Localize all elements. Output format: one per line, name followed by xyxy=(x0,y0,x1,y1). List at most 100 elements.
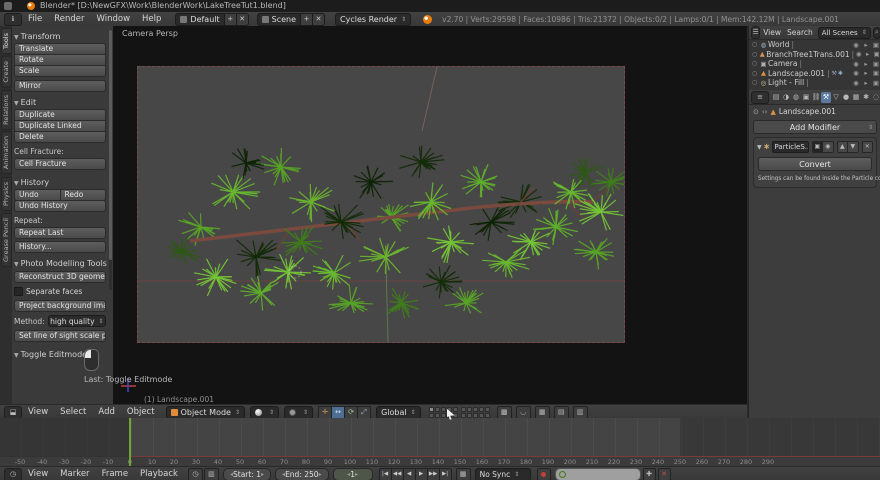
navigate-icon[interactable]: ‹› xyxy=(762,108,768,116)
menu-help[interactable]: Help xyxy=(136,13,167,26)
layer-toggle[interactable] xyxy=(484,412,490,418)
render-still-icon[interactable]: ▤ xyxy=(553,405,569,419)
modifier-name-field[interactable]: ParticleS... xyxy=(771,141,809,153)
outliner-item-light-fill[interactable]: ○ ◎ Light - Fill | ◉ ▸ ▣ xyxy=(749,78,880,88)
convert-button[interactable]: Convert xyxy=(758,157,872,171)
set-line-of-sight-button[interactable]: Set line of sight scale pivot xyxy=(14,330,106,342)
rotate-manipulator-icon[interactable]: ⟳ xyxy=(344,405,359,419)
visibility-eye-icon[interactable]: ◉ xyxy=(851,41,861,49)
add-layout-button[interactable]: + xyxy=(224,12,237,26)
sync-mode-select[interactable]: No Sync ⇕ xyxy=(474,467,531,480)
layer-toggle[interactable] xyxy=(466,412,472,418)
av-sync-icon[interactable]: ▦ xyxy=(455,467,471,480)
selectable-icon[interactable]: ▸ xyxy=(861,60,871,68)
repeat-last-button[interactable]: Repeat Last xyxy=(14,227,106,239)
disclosure-icon[interactable]: ○ xyxy=(752,79,759,86)
layer-toggle[interactable] xyxy=(440,406,446,412)
menu-add[interactable]: Add xyxy=(92,406,120,419)
properties-tab-physics-icon[interactable]: ◌ xyxy=(871,92,880,103)
history-more-button[interactable]: History... xyxy=(14,241,106,253)
snap-element-select[interactable]: ▦ xyxy=(534,405,550,419)
jump-to-end-button[interactable]: ▶| xyxy=(438,467,452,480)
delete-layout-button[interactable]: ✕ xyxy=(236,12,249,26)
manipulator-toggle-icon[interactable]: ✛ xyxy=(318,405,333,419)
screen-layout-select[interactable]: Default xyxy=(175,12,225,26)
editor-type-properties-icon[interactable]: ≡ xyxy=(751,90,769,104)
delete-keyframe-icon[interactable]: ✕ xyxy=(657,467,671,480)
outliner-item-branchtree1trans-001[interactable]: ○ ▲ BranchTree1Trans.001 | ◉ ▸ ▣ xyxy=(749,50,880,60)
menu-view[interactable]: View xyxy=(760,28,784,37)
menu-window[interactable]: Window xyxy=(91,13,137,26)
panel-header-edit[interactable]: ▼ Edit xyxy=(14,98,106,107)
modifier-delete-icon[interactable]: ✕ xyxy=(861,141,873,153)
viewport-shading-select[interactable]: ⇕ xyxy=(250,405,280,419)
start-frame-field[interactable]: ◂ Start: 1 ▸ xyxy=(222,467,272,480)
properties-tab-modifiers-icon[interactable]: ⚒ xyxy=(821,91,831,103)
menu-view[interactable]: View xyxy=(22,468,54,480)
properties-tab-scene-icon[interactable]: ◑ xyxy=(781,92,791,103)
properties-tab-texture-icon[interactable]: ▦ xyxy=(851,92,861,103)
layer-toggle[interactable] xyxy=(478,406,484,412)
properties-tab-world-icon[interactable]: ◍ xyxy=(791,92,801,103)
method-select[interactable]: high quality ⇕ xyxy=(47,315,106,327)
disclosure-icon[interactable]: ○ xyxy=(752,60,759,67)
outliner-search-icon[interactable]: ⌕ xyxy=(872,26,880,39)
tool-shelf-scrollbar[interactable] xyxy=(109,30,112,290)
pivot-point-select[interactable]: ⇕ xyxy=(284,405,314,419)
renderable-camera-icon[interactable]: ▣ xyxy=(871,69,880,77)
layer-toggle[interactable] xyxy=(440,412,446,418)
preview-range-icon[interactable]: ◷ xyxy=(187,467,203,480)
layer-toggle[interactable] xyxy=(484,406,490,412)
delete-scene-button[interactable]: ✕ xyxy=(313,12,326,26)
add-modifier-button[interactable]: Add Modifier ⇕ xyxy=(753,120,877,134)
3d-viewport[interactable]: Camera Persp (1) Landscape.001 xyxy=(113,26,747,404)
project-background-button[interactable]: Project background image onto... xyxy=(14,300,106,312)
outliner-scope-select[interactable]: All Scenes ⇕ xyxy=(817,26,871,39)
expand-icon[interactable]: ▼ xyxy=(757,144,762,151)
modifier-visibility-eye-icon[interactable]: ◉ xyxy=(822,141,834,153)
editor-type-timeline-icon[interactable]: ◷ xyxy=(4,467,22,480)
properties-tab-object-icon[interactable]: ▣ xyxy=(801,92,811,103)
tool-shelf-tab-create[interactable]: Create xyxy=(1,56,12,88)
separate-faces-checkbox[interactable] xyxy=(14,287,23,296)
layer-toggle[interactable] xyxy=(472,406,478,412)
properties-tab-data-icon[interactable]: ▽ xyxy=(831,92,841,103)
menu-frame[interactable]: Frame xyxy=(96,468,134,480)
render-engine-select[interactable]: Cycles Render ⇕ xyxy=(335,12,412,26)
undo-button[interactable]: Undo xyxy=(14,189,61,201)
undo-history-button[interactable]: Undo History xyxy=(14,200,106,212)
lock-to-scene-icon[interactable]: ▩ xyxy=(496,405,512,419)
mode-select[interactable]: Object Mode ⇕ xyxy=(165,405,245,419)
tool-shelf-tab-grease-pencil[interactable]: Grease Pencil xyxy=(1,212,12,267)
renderable-camera-icon[interactable]: ▣ xyxy=(871,79,880,87)
properties-tab-render-icon[interactable]: ▤ xyxy=(771,92,781,103)
render-animation-icon[interactable]: ▥ xyxy=(572,405,588,419)
panel-header-photo-modelling[interactable]: ▼ Photo Modelling Tools xyxy=(14,259,107,268)
translate-manipulator-icon[interactable]: ↔ xyxy=(331,405,346,419)
tool-shelf-tab-physics[interactable]: Physics xyxy=(1,176,12,211)
auto-keyframe-record-button[interactable] xyxy=(536,467,551,480)
layer-toggle[interactable] xyxy=(428,406,434,412)
properties-tab-constraints-icon[interactable]: ⛓ xyxy=(811,92,821,103)
insert-keyframe-icon[interactable]: ✚ xyxy=(642,467,656,480)
next-keyframe-button[interactable]: ▶▶ xyxy=(426,467,440,480)
current-frame-field[interactable]: ◂ 1 ▸ xyxy=(332,467,373,480)
outliner-item-world[interactable]: ○ ◍ World | ◉ ▸ ▣ xyxy=(749,40,880,50)
menu-render[interactable]: Render xyxy=(48,13,90,26)
renderable-camera-icon[interactable]: ▣ xyxy=(872,50,880,58)
delete-button[interactable]: Delete xyxy=(14,131,106,143)
menu-view[interactable]: View xyxy=(22,406,54,419)
tool-shelf-tab-tools[interactable]: Tools xyxy=(1,28,12,55)
tool-shelf-tab-relations[interactable]: Relations xyxy=(1,89,12,130)
disclosure-icon[interactable]: ○ xyxy=(752,41,759,48)
menu-object[interactable]: Object xyxy=(121,406,161,419)
layer-toggle[interactable] xyxy=(460,406,466,412)
pin-icon[interactable]: ⊙ xyxy=(753,108,759,116)
selectable-icon[interactable]: ▸ xyxy=(861,79,871,87)
current-frame-indicator[interactable] xyxy=(129,418,131,466)
visibility-eye-icon[interactable]: ◉ xyxy=(851,69,861,77)
reconstruct-3d-button[interactable]: Reconstruct 3D geometry xyxy=(14,271,106,283)
visibility-eye-icon[interactable]: ◉ xyxy=(851,79,861,87)
redo-button[interactable]: Redo xyxy=(59,189,106,201)
editor-type-outliner-icon[interactable]: ☰ xyxy=(751,26,761,39)
